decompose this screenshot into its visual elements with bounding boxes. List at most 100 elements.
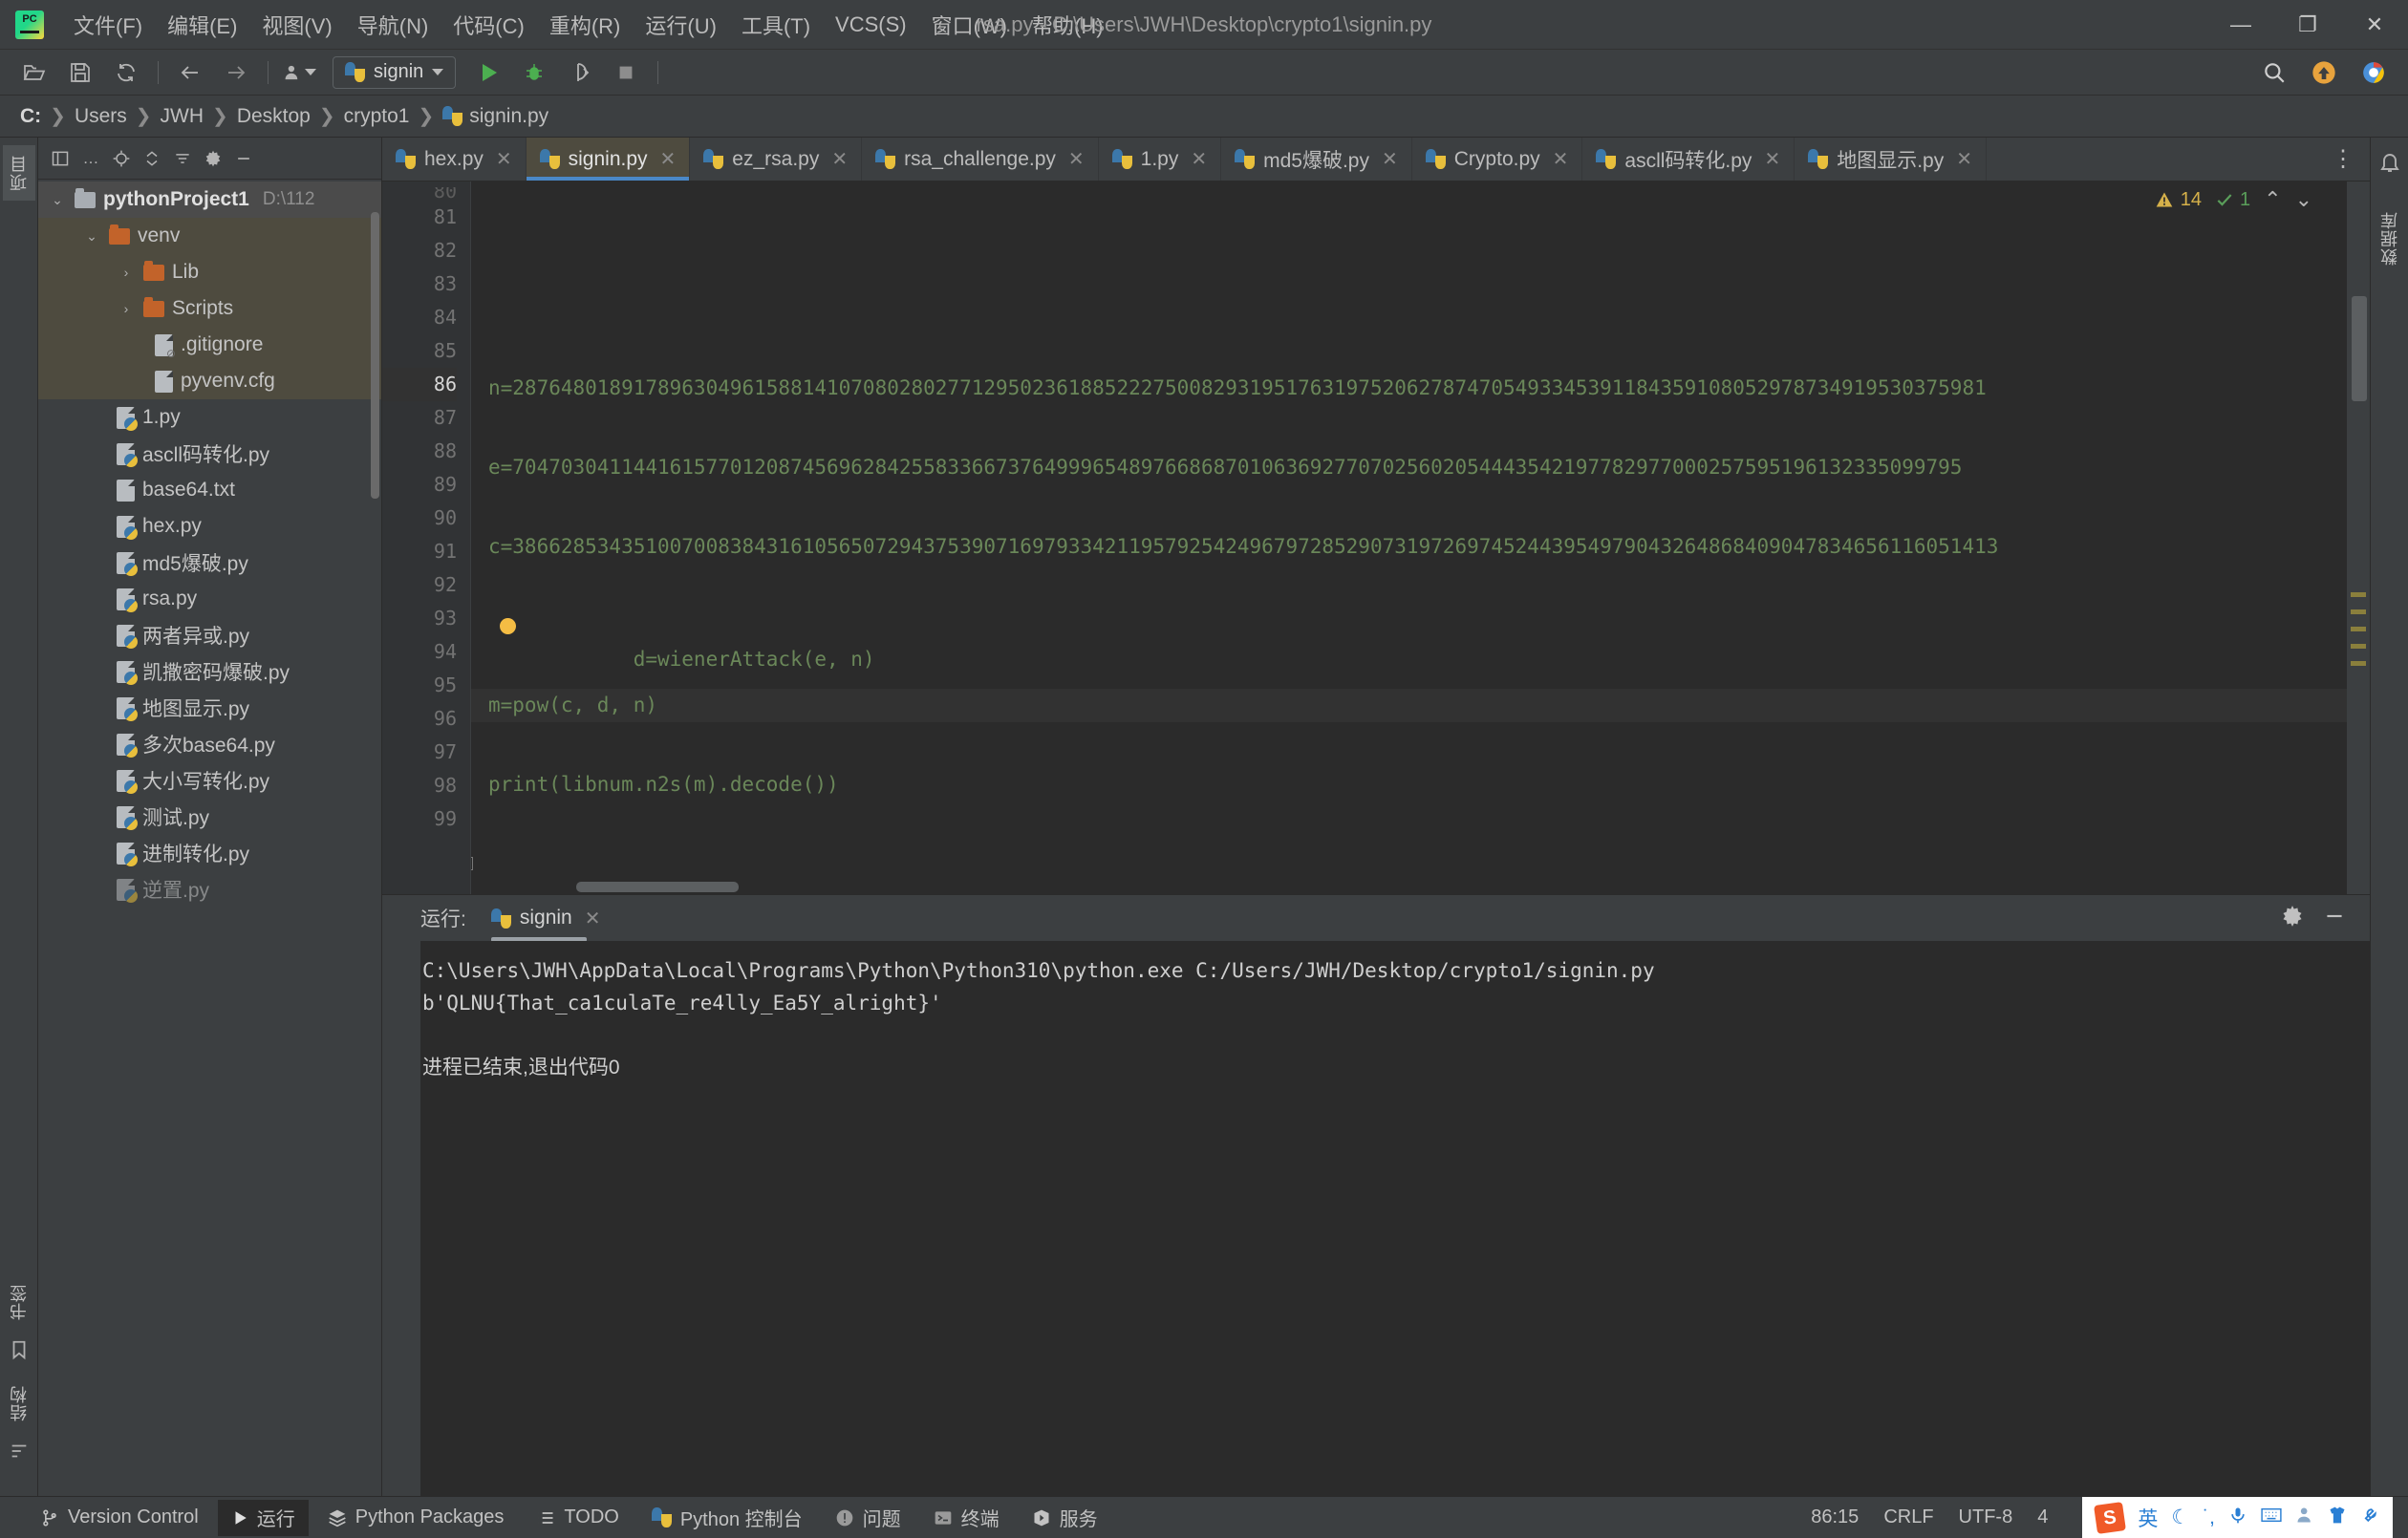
database-tab[interactable]: 数据库 <box>2374 202 2406 275</box>
breadcrumb-item-jwh[interactable]: JWH <box>156 103 209 130</box>
editor-scrollbar-thumb[interactable] <box>2352 296 2367 401</box>
breadcrumb-item-drive[interactable]: C: <box>15 103 46 130</box>
fold-marker-icon[interactable]: - <box>471 857 473 870</box>
ime-mode-label[interactable]: 英 <box>2138 1504 2158 1532</box>
warning-marker[interactable] <box>2351 609 2366 614</box>
tree-item-xor[interactable]: 两者异或.py <box>38 617 381 653</box>
indent-size[interactable]: 4 <box>2037 1506 2048 1528</box>
sidebar-tab-structure[interactable]: 结构 <box>3 1376 35 1431</box>
minimize-icon[interactable] <box>2322 904 2347 933</box>
tree-item-pyvenv-cfg[interactable]: pyvenv.cfg <box>38 363 381 399</box>
tab-hex-py[interactable]: hex.py ✕ <box>382 138 527 181</box>
breadcrumb-item-desktop[interactable]: Desktop <box>232 103 315 130</box>
sogou-logo-icon[interactable]: S <box>2094 1501 2127 1534</box>
editor-horizontal-scrollbar[interactable] <box>576 882 739 892</box>
code-editor[interactable]: 14 1 ⌃ ⌄ 80 81 82 83 84 85 86 87 88 89 9… <box>382 182 2370 894</box>
close-icon[interactable]: ✕ <box>1191 147 1207 171</box>
tab-map-py[interactable]: 地图显示.py ✕ <box>1795 138 1987 181</box>
status-button-python-packages[interactable]: Python Packages <box>314 1500 518 1536</box>
tab-crypto-py[interactable]: Crypto.py ✕ <box>1412 138 1583 181</box>
locate-icon[interactable] <box>107 144 136 173</box>
tree-item-caesar[interactable]: 凯撒密码爆破.py <box>38 653 381 690</box>
menu-edit[interactable]: 编辑(E) <box>155 6 249 44</box>
warning-marker[interactable] <box>2351 644 2366 649</box>
project-scrollbar-thumb[interactable] <box>371 212 379 499</box>
tree-item-ascll[interactable]: ascll码转化.py <box>38 436 381 472</box>
tree-item-multibase64[interactable]: 多次base64.py <box>38 726 381 762</box>
tree-item-Lib[interactable]: › Lib <box>38 254 381 290</box>
tree-item-venv[interactable]: ⌄ venv <box>38 218 381 254</box>
tree-item-reverse[interactable]: 逆置.py <box>38 871 381 908</box>
back-arrow-icon[interactable] <box>174 56 206 89</box>
tree-item-gitignore[interactable]: .gitignore <box>38 327 381 363</box>
breadcrumb-item-users[interactable]: Users <box>70 103 132 130</box>
warning-marker[interactable] <box>2351 592 2366 597</box>
menu-help[interactable]: 帮助(H) <box>1020 6 1116 44</box>
code-content[interactable]: n=28764801891789630496158814107080280277… <box>470 182 2347 894</box>
tree-item-pythonProject1[interactable]: ⌄ pythonProject1 D:\112 <box>38 182 381 218</box>
close-icon[interactable]: ✕ <box>1553 147 1569 171</box>
user-icon[interactable] <box>2295 1506 2314 1530</box>
project-tree[interactable]: ⌄ pythonProject1 D:\112 ⌄ venv › Lib › S… <box>38 180 381 1496</box>
hide-panel-icon[interactable] <box>229 144 258 173</box>
notifications-icon[interactable] <box>2378 151 2401 179</box>
tree-item-map[interactable]: 地图显示.py <box>38 690 381 726</box>
browser-icon[interactable] <box>2357 56 2390 89</box>
forward-arrow-icon[interactable] <box>220 56 252 89</box>
status-button-version-control[interactable]: Version Control <box>27 1500 212 1536</box>
intention-bulb-icon[interactable] <box>500 618 516 634</box>
gear-icon[interactable] <box>199 144 227 173</box>
tree-item-rsapy[interactable]: rsa.py <box>38 581 381 617</box>
warning-marker[interactable] <box>2351 627 2366 631</box>
status-button-run[interactable]: 运行 <box>217 1499 309 1536</box>
tab-1-py[interactable]: 1.py ✕ <box>1099 138 1222 181</box>
open-folder-icon[interactable] <box>18 56 51 89</box>
menu-refactor[interactable]: 重构(R) <box>537 6 634 44</box>
status-button-terminal[interactable]: 终端 <box>920 1500 1013 1536</box>
chevron-up-icon[interactable]: ⌃ <box>2264 187 2281 212</box>
tree-item-test[interactable]: 测试.py <box>38 799 381 835</box>
editor-marker-bar[interactable] <box>2347 182 2370 894</box>
ok-count[interactable]: 1 <box>2215 189 2250 211</box>
close-icon[interactable]: ✕ <box>585 907 601 930</box>
close-icon[interactable]: ✕ <box>660 147 677 171</box>
chevron-down-icon[interactable]: ⌄ <box>48 192 67 208</box>
run-tab-signin[interactable]: signin ✕ <box>482 903 611 942</box>
tree-item-radix[interactable]: 进制转化.py <box>38 835 381 871</box>
bookmarks-icon[interactable] <box>9 1339 30 1366</box>
tab-rsa-challenge-py[interactable]: rsa_challenge.py ✕ <box>862 138 1099 181</box>
menu-file[interactable]: 文件(F) <box>61 6 155 44</box>
tab-ascll-py[interactable]: ascll码转化.py ✕ <box>1582 138 1795 181</box>
chevron-down-icon[interactable]: ⌄ <box>82 228 101 245</box>
status-button-python-console[interactable]: Python 控制台 <box>638 1500 816 1536</box>
sort-icon[interactable] <box>168 144 197 173</box>
menu-vcs[interactable]: VCS(S) <box>823 9 919 41</box>
status-button-problems[interactable]: 问题 <box>822 1500 914 1536</box>
run-console-output[interactable]: C:\Users\JWH\AppData\Local\Programs\Pyth… <box>382 941 2370 1496</box>
tools-icon[interactable] <box>2360 1506 2379 1530</box>
coverage-icon[interactable] <box>564 56 596 89</box>
more-options-icon[interactable]: … <box>76 144 105 173</box>
close-icon[interactable]: ✕ <box>1956 147 1972 171</box>
line-separator[interactable]: CRLF <box>1883 1506 1933 1528</box>
close-icon[interactable]: ✕ <box>1068 147 1085 171</box>
menu-navigate[interactable]: 导航(N) <box>345 6 441 44</box>
close-icon[interactable]: ✕ <box>496 147 512 171</box>
maximize-button[interactable]: ❐ <box>2274 0 2341 50</box>
tree-item-md5[interactable]: md5爆破.py <box>38 545 381 581</box>
tree-item-base64txt[interactable]: base64.txt <box>38 472 381 508</box>
comma-icon[interactable]: ˙, <box>2203 1506 2215 1529</box>
warning-marker[interactable] <box>2351 661 2366 666</box>
run-configuration-selector[interactable]: signin <box>333 55 457 89</box>
chevron-right-icon[interactable]: › <box>117 265 136 280</box>
sync-icon[interactable] <box>110 56 142 89</box>
save-icon[interactable] <box>64 56 97 89</box>
tree-item-hexpy[interactable]: hex.py <box>38 508 381 545</box>
menu-tools[interactable]: 工具(T) <box>729 6 823 44</box>
close-icon[interactable]: ✕ <box>831 147 848 171</box>
stop-icon[interactable] <box>610 56 642 89</box>
tabs-overflow-button[interactable]: ⋮ <box>2318 138 2370 181</box>
close-icon[interactable]: ✕ <box>1764 147 1780 171</box>
debug-icon[interactable] <box>518 56 550 89</box>
microphone-icon[interactable] <box>2228 1506 2247 1530</box>
